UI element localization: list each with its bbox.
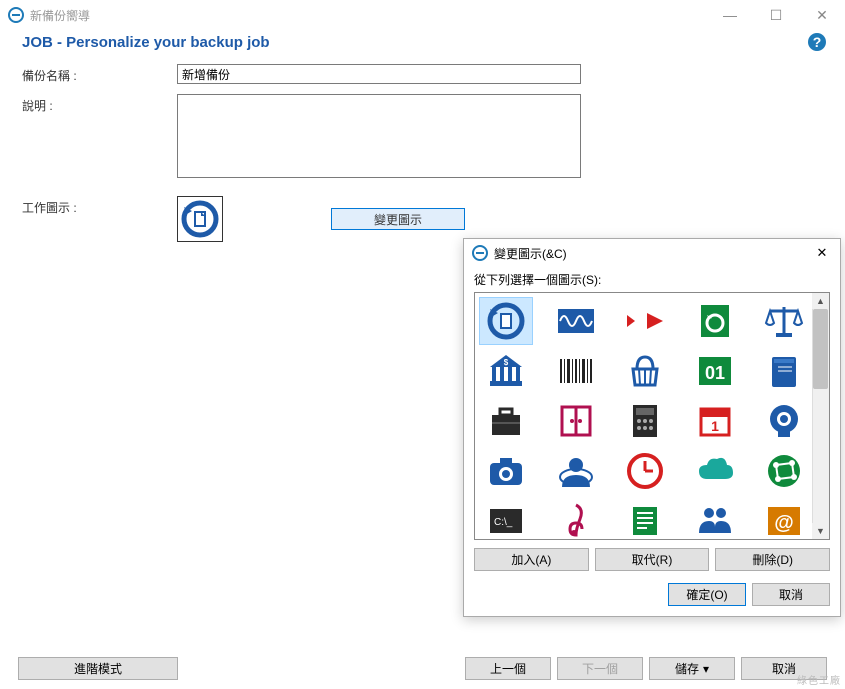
svg-text:C:\_: C:\_	[494, 517, 513, 528]
icon-option-webcam[interactable]	[757, 397, 811, 445]
change-icon-dialog: 變更圖示(&C) ✕ 從下列選擇一個圖示(S): $01 1 C:\_ @ ▲ ▼ 加…	[463, 238, 841, 617]
icon-option-bank[interactable]: $	[479, 347, 533, 395]
icon-option-users-group[interactable]	[688, 497, 742, 540]
icon-option-arrow-fast[interactable]	[618, 297, 672, 345]
icon-option-briefcase[interactable]	[479, 397, 533, 445]
window-titlebar: 新備份嚮導 — ☐ ✕	[0, 0, 845, 30]
dialog-close-button[interactable]: ✕	[812, 243, 832, 263]
icon-option-cabinet[interactable]	[549, 397, 603, 445]
scrollbar-track[interactable]: ▲ ▼	[812, 293, 829, 539]
icon-option-calculator[interactable]	[618, 397, 672, 445]
advanced-mode-button[interactable]: 進階模式	[18, 657, 178, 680]
icon-option-barcode[interactable]	[549, 347, 603, 395]
icon-option-user-circle[interactable]	[549, 447, 603, 495]
icon-option-calendar[interactable]: 1	[688, 397, 742, 445]
scroll-up-arrow[interactable]: ▲	[812, 293, 829, 309]
scroll-down-arrow[interactable]: ▼	[812, 523, 829, 539]
description-input[interactable]	[177, 94, 581, 178]
close-button[interactable]: ✕	[799, 0, 845, 30]
icon-option-at-sign[interactable]: @	[757, 497, 811, 540]
page-title: JOB - Personalize your backup job	[22, 34, 807, 51]
job-icon-label: 工作圖示 :	[22, 196, 177, 216]
change-icon-button[interactable]: 變更圖示	[331, 208, 465, 230]
job-icon-preview	[177, 196, 223, 242]
icon-option-audio-wave[interactable]	[549, 297, 603, 345]
dialog-app-icon	[472, 245, 488, 261]
svg-text:1: 1	[711, 418, 719, 434]
help-icon[interactable]: ?	[807, 32, 827, 52]
icon-option-document-lines[interactable]	[618, 497, 672, 540]
save-button[interactable]: 儲存▾	[649, 657, 735, 680]
icon-option-balance-scale[interactable]	[757, 297, 811, 345]
icon-list-label: 從下列選擇一個圖示(S):	[474, 271, 830, 288]
svg-text:01: 01	[705, 363, 725, 383]
window-title: 新備份嚮導	[30, 7, 707, 24]
delete-icon-button[interactable]: 刪除(D)	[715, 548, 830, 571]
icon-option-binary-01[interactable]: 01	[688, 347, 742, 395]
next-button: 下一個	[557, 657, 643, 680]
svg-text:@: @	[775, 512, 795, 534]
wizard-footer: 進階模式 上一個 下一個 儲存▾ 取消	[18, 657, 827, 680]
dialog-ok-button[interactable]: 確定(O)	[668, 583, 746, 606]
icon-option-treble-clef[interactable]	[549, 497, 603, 540]
icon-option-globe-network[interactable]	[757, 447, 811, 495]
scrollbar-thumb[interactable]	[813, 309, 828, 389]
replace-icon-button[interactable]: 取代(R)	[595, 548, 710, 571]
icon-grid: $01 1 C:\_ @	[475, 293, 829, 540]
icon-option-backup-doc-green[interactable]	[688, 297, 742, 345]
minimize-button[interactable]: —	[707, 0, 753, 30]
dialog-title: 變更圖示(&C)	[494, 245, 812, 262]
icon-option-basket[interactable]	[618, 347, 672, 395]
icon-option-book[interactable]	[757, 347, 811, 395]
backup-name-input[interactable]	[177, 64, 581, 84]
backup-name-label: 備份名稱 :	[22, 64, 177, 84]
svg-text:$: $	[504, 358, 509, 367]
app-icon	[8, 7, 24, 23]
icon-option-camera[interactable]	[479, 447, 533, 495]
icon-option-command-prompt[interactable]: C:\_	[479, 497, 533, 540]
dialog-cancel-button[interactable]: 取消	[752, 583, 830, 606]
add-icon-button[interactable]: 加入(A)	[474, 548, 589, 571]
icon-option-cloud[interactable]	[688, 447, 742, 495]
icon-option-backup-restore[interactable]	[479, 297, 533, 345]
svg-text:?: ?	[813, 34, 822, 50]
icon-option-clock[interactable]	[618, 447, 672, 495]
watermark-text: 綠色工廠	[797, 672, 841, 687]
maximize-button[interactable]: ☐	[753, 0, 799, 30]
dropdown-arrow-icon: ▾	[703, 662, 709, 676]
prev-button[interactable]: 上一個	[465, 657, 551, 680]
description-label: 說明 :	[22, 94, 177, 114]
